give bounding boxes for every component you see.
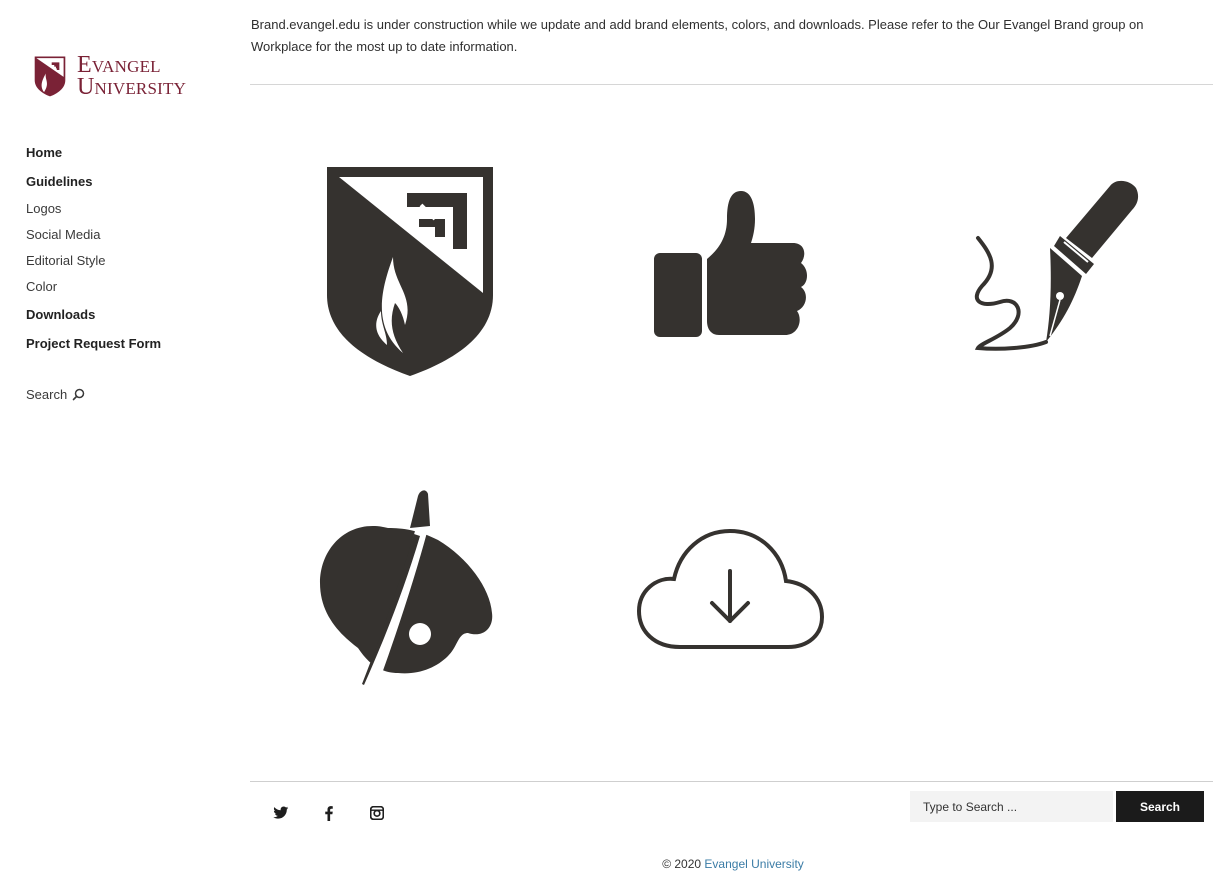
nav-item-downloads[interactable]: Downloads [26,307,95,322]
instagram-icon [370,806,384,820]
cloud-download-icon [636,528,825,649]
paint-palette-icon [320,490,493,685]
search-icon [72,388,85,401]
nav-item-editorial-style[interactable]: Editorial Style [26,253,105,268]
tile-social-media[interactable] [653,189,808,339]
evangel-university-logo[interactable]: Evangel University [33,52,203,100]
sidebar: Evangel University Home Guidelines Logos… [0,0,235,880]
twitter-link[interactable] [271,803,291,823]
thumbs-up-icon [654,191,807,337]
copyright-text: © 2020 [662,857,705,871]
tile-color[interactable] [318,488,494,686]
nav-item-social-media[interactable]: Social Media [26,227,100,242]
twitter-icon [273,806,289,819]
sidebar-search-toggle[interactable]: Search [26,387,85,402]
shield-logo-icon [327,167,493,376]
tile-editorial-style[interactable] [970,178,1140,353]
facebook-icon [325,805,333,821]
shield-icon [34,56,66,97]
nav-item-home[interactable]: Home [26,145,62,160]
nav-item-color[interactable]: Color [26,279,57,294]
footer-divider [250,781,1213,782]
nav-item-guidelines[interactable]: Guidelines [26,174,92,189]
logo-wordmark: Evangel University [77,53,187,100]
footer-search-button[interactable]: Search [1116,791,1204,822]
logo-line-2: University [77,74,187,100]
fountain-pen-icon [974,180,1139,351]
tile-logos[interactable] [325,165,495,377]
construction-notice: Brand.evangel.edu is under construction … [251,17,1144,54]
nav-item-logos[interactable]: Logos [26,201,61,216]
instagram-link[interactable] [367,803,387,823]
evangel-university-link[interactable]: Evangel University [704,857,803,871]
nav-item-project-request-form[interactable]: Project Request Form [26,336,161,351]
sidebar-search-label: Search [26,387,68,402]
tile-downloads[interactable] [636,527,826,651]
copyright: © 2020 Evangel University [0,857,1218,871]
facebook-link[interactable] [319,803,339,823]
divider [250,84,1213,85]
footer-search-input[interactable] [910,791,1113,822]
